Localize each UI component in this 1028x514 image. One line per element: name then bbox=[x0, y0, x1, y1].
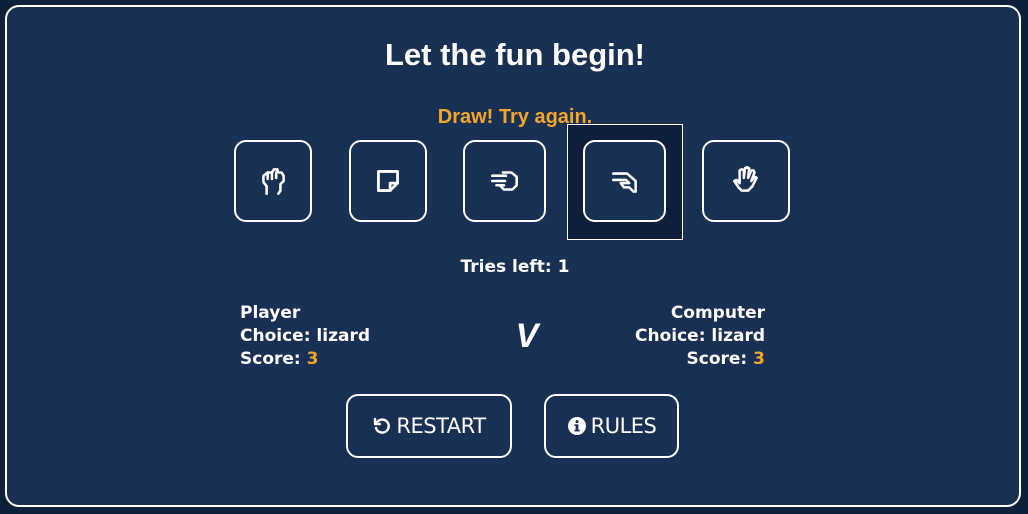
choice-scissors-button[interactable] bbox=[463, 140, 546, 222]
tries-left: Tries left: 1 bbox=[7, 257, 1023, 277]
page-title: Let the fun begin! bbox=[384, 37, 646, 72]
game-panel: Let the fun begin! Draw! Try again. Trie… bbox=[5, 5, 1021, 507]
info-icon bbox=[567, 416, 587, 436]
choice-lizard-button[interactable] bbox=[583, 140, 666, 222]
hand-scissors-icon bbox=[490, 171, 518, 191]
restart-label: RESTART bbox=[396, 414, 486, 438]
player-name: Player bbox=[240, 303, 301, 323]
computer-stats: Computer Choice: lizard Score: 3 bbox=[635, 302, 765, 371]
rules-label: RULES bbox=[590, 414, 657, 438]
tries-value: 1 bbox=[557, 257, 570, 277]
player-score: Score: 3 bbox=[240, 349, 319, 369]
choice-spock-button[interactable] bbox=[702, 140, 790, 222]
hand-spock-icon bbox=[733, 165, 758, 192]
choice-paper-button[interactable] bbox=[349, 140, 427, 222]
hand-paper-icon bbox=[377, 170, 399, 192]
hand-rock-icon bbox=[262, 168, 285, 196]
restart-button[interactable]: RESTART bbox=[346, 394, 512, 458]
hand-lizard-icon bbox=[611, 172, 637, 193]
computer-name: Computer bbox=[670, 303, 765, 323]
restart-icon bbox=[372, 416, 392, 436]
rules-button[interactable]: RULES bbox=[544, 394, 679, 458]
choice-rock-button[interactable] bbox=[234, 140, 312, 222]
result-message: Draw! Try again. bbox=[437, 106, 593, 128]
computer-score-value: 3 bbox=[753, 349, 765, 369]
player-stats: Player Choice: lizard Score: 3 bbox=[240, 302, 370, 371]
computer-choice: Choice: lizard bbox=[635, 326, 765, 346]
computer-score: Score: 3 bbox=[686, 349, 765, 369]
player-choice: Choice: lizard bbox=[240, 326, 370, 346]
player-score-value: 3 bbox=[306, 349, 319, 369]
tries-label: Tries left: bbox=[460, 257, 552, 277]
versus-label: V bbox=[515, 317, 539, 355]
